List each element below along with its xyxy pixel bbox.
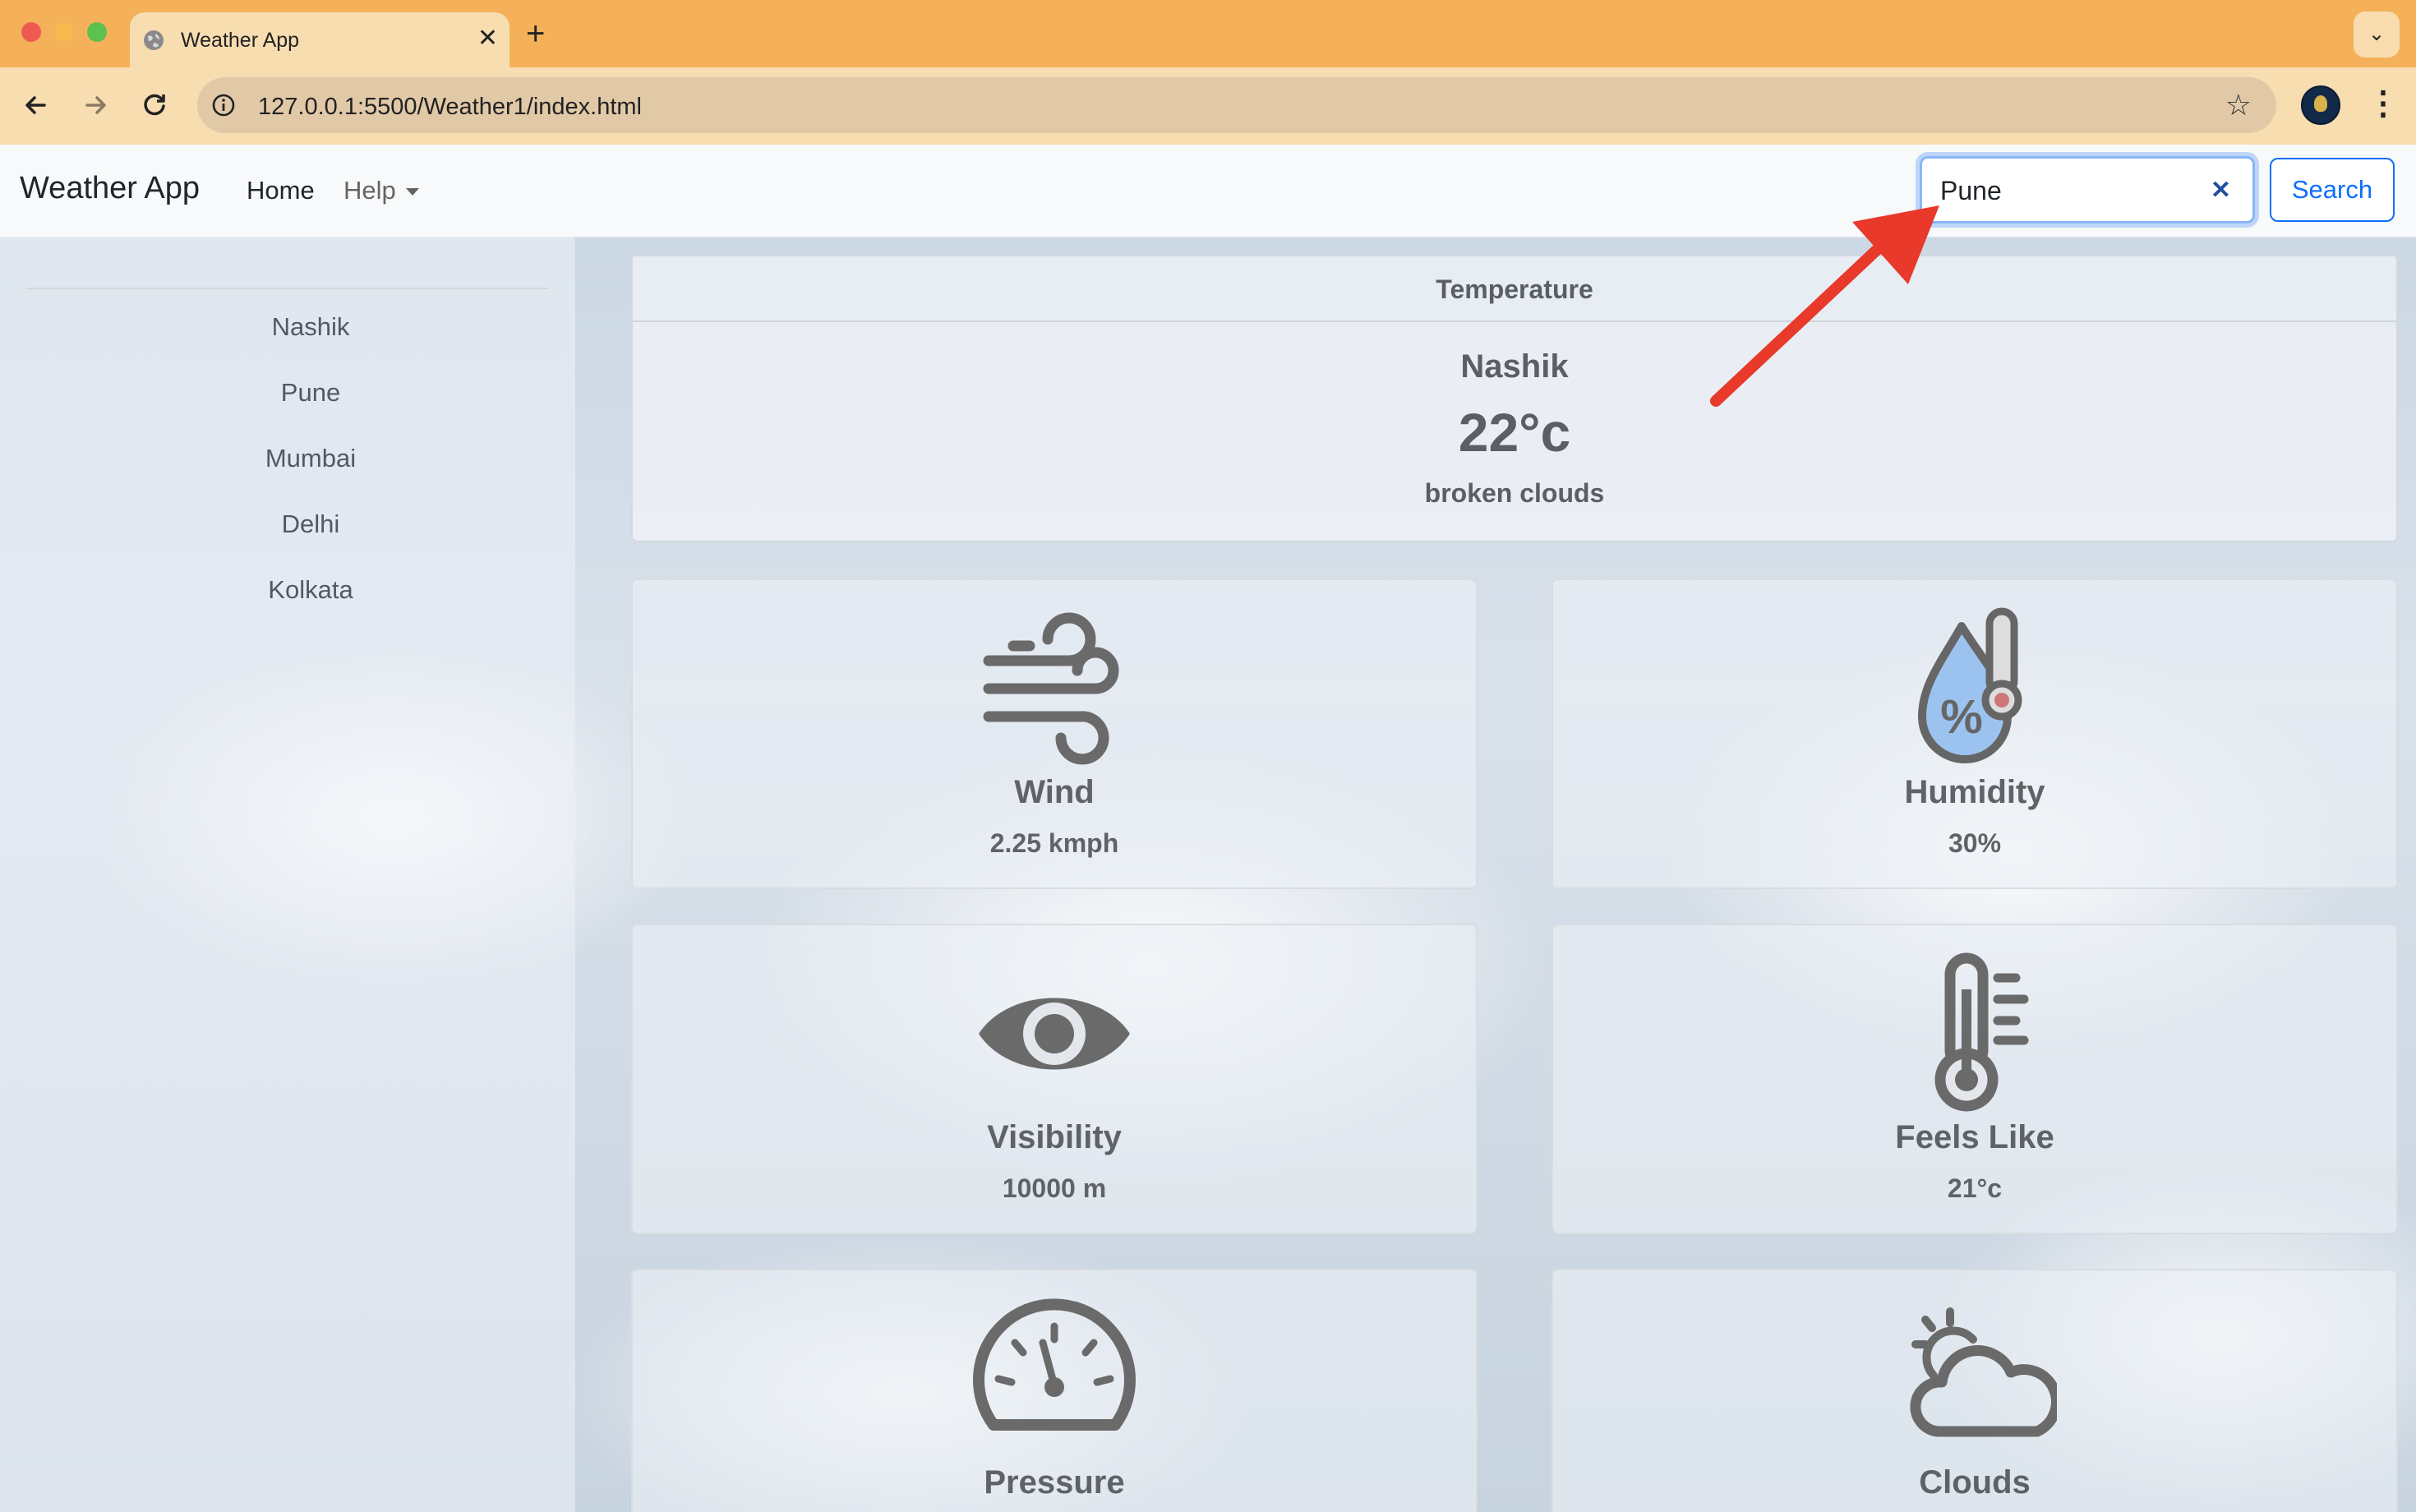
sidebar-divider <box>26 288 549 289</box>
tab-search-button[interactable]: ⌄ <box>2354 12 2400 58</box>
browser-toolbar: 127.0.0.1:5500/Weather1/index.html ☆ ⋮ <box>0 67 2416 145</box>
browser-tab-strip: Weather App ✕ + ⌄ <box>0 0 2416 67</box>
humidity-label: Humidity <box>1904 774 2045 810</box>
address-bar[interactable]: 127.0.0.1:5500/Weather1/index.html ☆ <box>197 77 2276 133</box>
clouds-card: Clouds <box>1551 1269 2398 1512</box>
temperature-value: 22°c <box>1458 402 1571 463</box>
sidebar-item-nashik[interactable]: Nashik <box>0 312 621 342</box>
bookmark-star-icon[interactable]: ☆ <box>2225 90 2252 120</box>
wind-icon <box>983 612 1119 765</box>
navbar-brand[interactable]: Weather App <box>20 171 200 206</box>
browser-menu-icon[interactable]: ⋮ <box>2367 81 2400 127</box>
clear-search-icon[interactable]: ✕ <box>2211 178 2231 203</box>
url-text: 127.0.0.1:5500/Weather1/index.html <box>258 94 643 120</box>
sidebar-item-mumbai[interactable]: Mumbai <box>0 444 621 473</box>
svg-text:%: % <box>1940 690 1983 744</box>
search-input[interactable] <box>1940 173 2203 208</box>
eye-icon <box>979 998 1130 1070</box>
feels-like-label: Feels Like <box>1895 1119 2054 1155</box>
new-tab-button[interactable]: + <box>526 13 545 54</box>
forward-arrow-icon[interactable] <box>77 87 113 123</box>
humidity-icon: % <box>1918 607 2022 763</box>
browser-tab[interactable]: Weather App ✕ <box>130 12 509 67</box>
nav-help-dropdown[interactable]: Help <box>343 176 419 205</box>
sidebar-item-pune[interactable]: Pune <box>0 378 621 408</box>
nav-home-link[interactable]: Home <box>247 176 315 205</box>
temperature-card: Temperature Nashik 22°c broken clouds <box>631 255 2398 542</box>
sidebar: Nashik Pune Mumbai Delhi Kolkata <box>0 237 575 1512</box>
tab-title: Weather App <box>181 29 300 52</box>
navbar: Weather App Home Help ✕ Search <box>0 145 2416 237</box>
temperature-city: Nashik <box>1460 348 1569 385</box>
visibility-label: Visibility <box>987 1119 1122 1155</box>
search-field[interactable]: ✕ <box>1920 156 2255 224</box>
cloud-sun-icon <box>1910 1307 2057 1437</box>
close-window-button[interactable] <box>21 22 41 42</box>
pressure-card: Pressure <box>631 1269 1478 1512</box>
wind-label: Wind <box>1014 774 1095 810</box>
reload-icon[interactable] <box>136 87 173 123</box>
sidebar-item-kolkata[interactable]: Kolkata <box>0 575 621 605</box>
wind-value: 2.25 kmph <box>989 828 1119 858</box>
gauge-icon <box>973 1298 1136 1431</box>
caret-down-icon <box>405 188 419 196</box>
tab-close-icon[interactable]: ✕ <box>477 22 498 55</box>
clouds-label: Clouds <box>1919 1464 2031 1500</box>
web-page: Weather App Home Help ✕ Search Nashik Pu… <box>0 145 2416 1512</box>
visibility-card: Visibility 10000 m <box>631 924 1478 1234</box>
humidity-card: % Humidity 30% <box>1551 579 2398 889</box>
back-arrow-icon[interactable] <box>18 87 54 123</box>
site-info-icon[interactable] <box>210 92 237 118</box>
sidebar-item-delhi[interactable]: Delhi <box>0 509 621 539</box>
search-button[interactable]: Search <box>2270 158 2395 222</box>
visibility-value: 10000 m <box>1002 1173 1107 1203</box>
temperature-card-header: Temperature <box>633 256 2396 322</box>
minimize-window-button[interactable] <box>54 22 74 42</box>
profile-avatar[interactable] <box>2301 85 2340 125</box>
nav-help-label: Help <box>343 176 396 205</box>
humidity-value: 30% <box>1948 828 2002 858</box>
feels-like-value: 21°c <box>1947 1173 2003 1203</box>
feels-like-card: Feels Like 21°c <box>1551 924 2398 1234</box>
pressure-label: Pressure <box>984 1464 1125 1500</box>
weather-description: broken clouds <box>1424 478 1605 508</box>
thermometer-icon <box>1934 952 2029 1112</box>
globe-icon <box>144 30 164 50</box>
wind-card: Wind 2.25 kmph <box>631 579 1478 889</box>
maximize-window-button[interactable] <box>87 22 107 42</box>
